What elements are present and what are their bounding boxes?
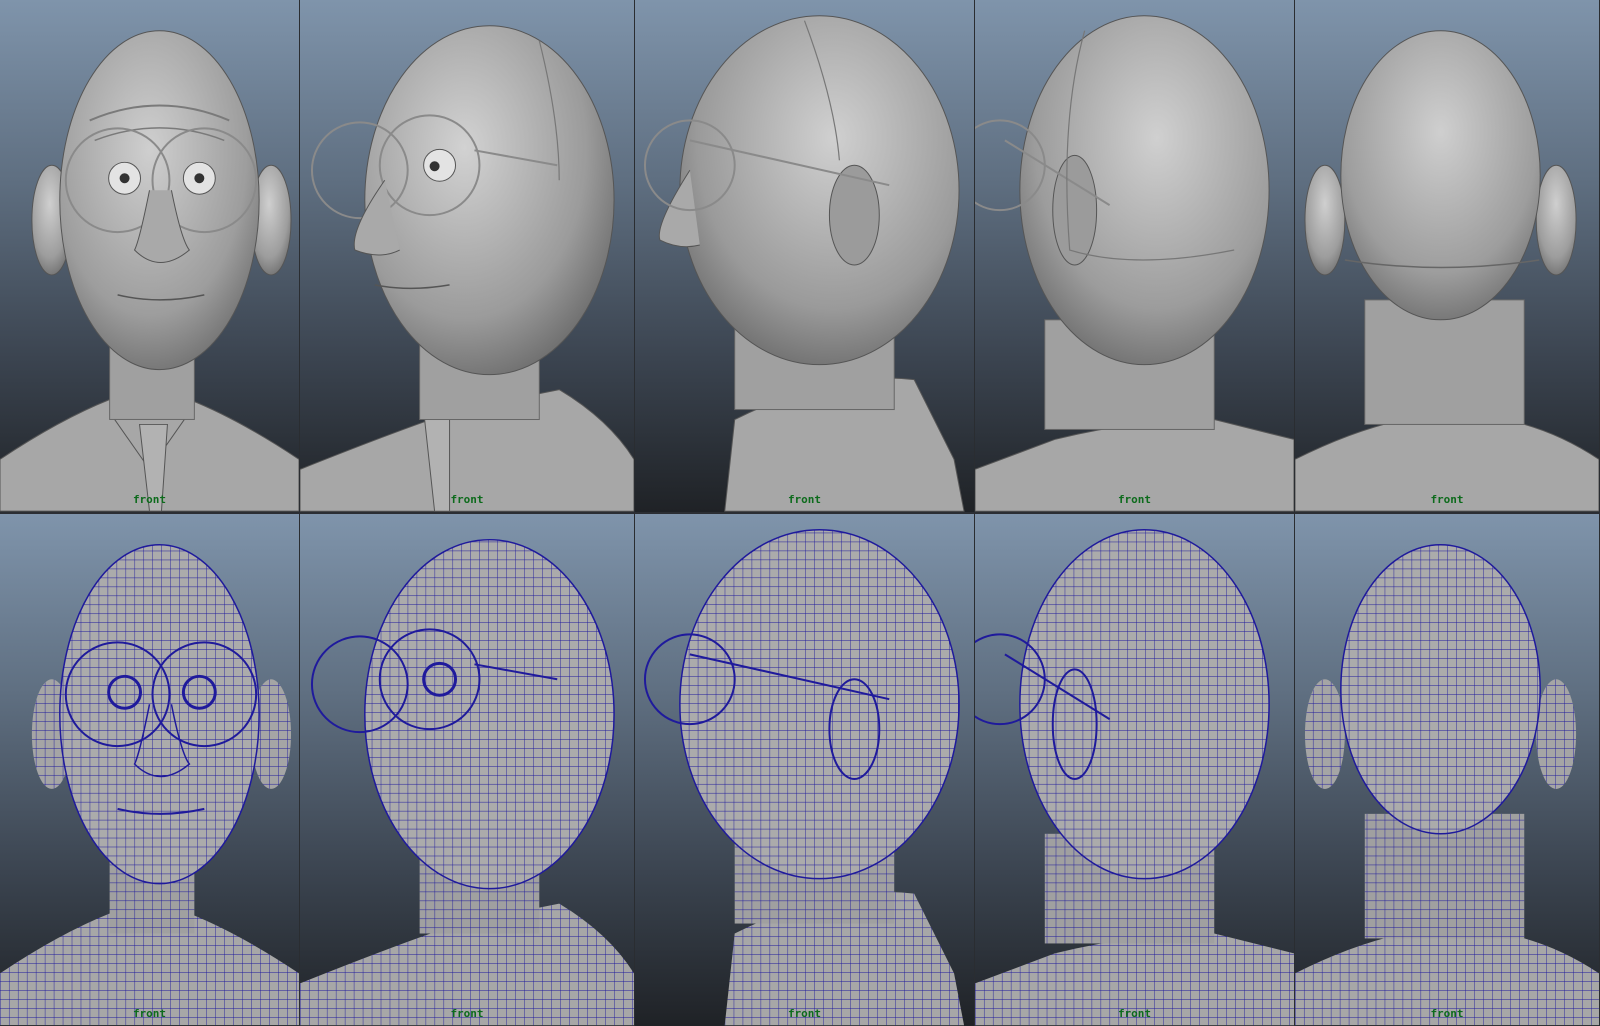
head-wireframe-back <box>1295 543 1599 1026</box>
camera-label: front <box>787 1007 822 1020</box>
head-wireframe-back-three-quarter <box>975 529 1294 1026</box>
viewport-panel-back-three-quarter-wireframe[interactable]: front <box>975 514 1295 1026</box>
shaded-row: front front front front front <box>0 0 1600 512</box>
camera-label: front <box>450 1007 484 1020</box>
viewport-panel-front-wireframe[interactable]: front <box>0 514 300 1026</box>
viewport-panel-back-three-quarter[interactable]: front <box>975 0 1295 512</box>
head-model-front <box>0 30 299 512</box>
viewport-panel-back[interactable]: front <box>1295 0 1600 512</box>
camera-label: front <box>450 493 484 506</box>
viewport-panel-profile-wireframe[interactable]: front <box>635 514 975 1026</box>
viewport-panel-three-quarter-wireframe[interactable]: front <box>300 514 635 1026</box>
camera-label: front <box>1430 493 1464 506</box>
camera-label: front <box>787 493 822 506</box>
camera-label: front <box>132 1007 167 1020</box>
camera-label: front <box>132 493 167 506</box>
head-model-back-three-quarter <box>975 15 1294 512</box>
viewport-panel-three-quarter[interactable]: front <box>300 0 635 512</box>
camera-label: front <box>1117 1007 1152 1020</box>
viewport-panel-profile[interactable]: front <box>635 0 975 512</box>
camera-label: front <box>1117 493 1152 506</box>
head-wireframe-three-quarter <box>300 538 634 1026</box>
turnaround-sheet: front front front front front front fron… <box>0 0 1600 1026</box>
head-model-profile <box>643 15 965 512</box>
camera-label: front <box>1430 1007 1464 1020</box>
viewport-panel-back-wireframe[interactable]: front <box>1295 514 1600 1026</box>
head-model-back <box>1295 30 1599 512</box>
head-model-three-quarter <box>300 25 634 512</box>
viewport-panel-front[interactable]: front <box>0 0 300 512</box>
wireframe-row: front front front front front <box>0 514 1600 1026</box>
head-wireframe-front <box>0 544 299 1026</box>
head-wireframe-profile <box>643 528 965 1026</box>
